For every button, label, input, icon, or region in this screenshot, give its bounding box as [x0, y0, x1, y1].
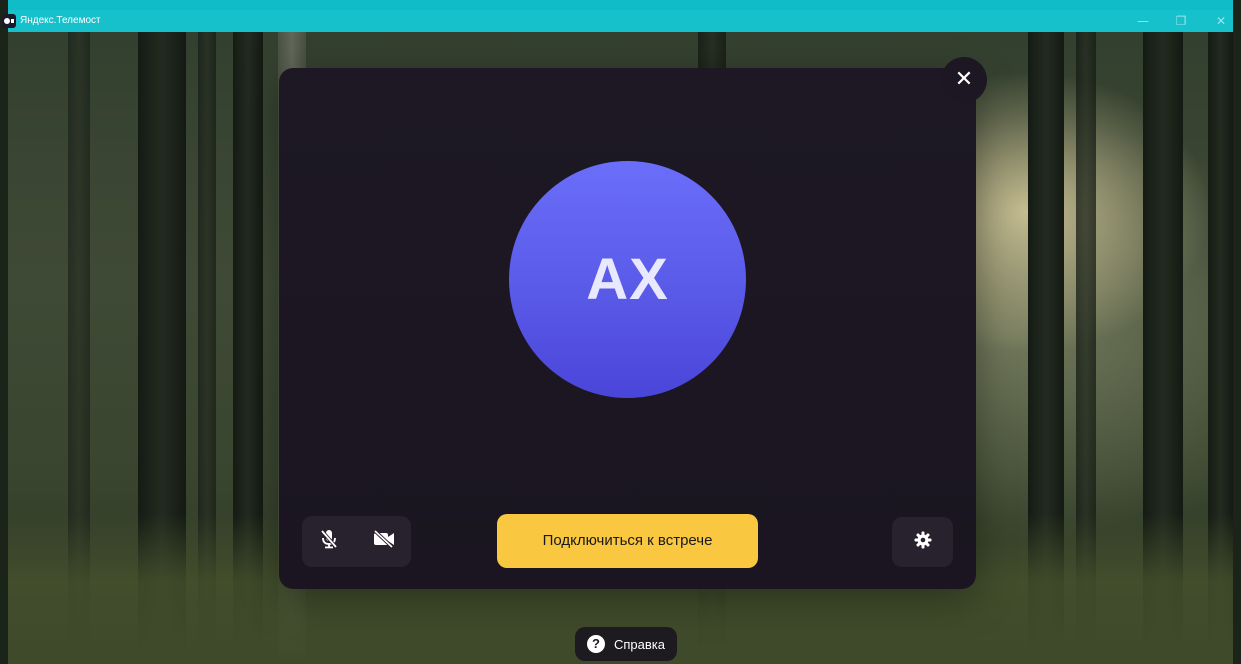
window-close-button[interactable]: ✕ — [1206, 10, 1236, 32]
camera-off-icon — [373, 529, 395, 553]
user-avatar: AX — [509, 161, 746, 398]
window-title: Яндекс.Телемост — [20, 15, 101, 26]
help-button[interactable]: ? Справка — [575, 627, 677, 661]
mic-off-icon — [320, 529, 338, 554]
gear-icon — [914, 531, 932, 554]
minimize-button[interactable]: — — [1128, 10, 1158, 32]
window-titlebar — [0, 0, 1241, 32]
help-label: Справка — [614, 636, 665, 652]
settings-button[interactable] — [892, 517, 953, 567]
avatar-initials: AX — [586, 247, 669, 312]
join-meeting-button[interactable]: Подключиться к встрече — [497, 514, 758, 568]
app-logo-icon — [2, 14, 16, 28]
titlebar-bar — [8, 10, 1233, 32]
camera-toggle-button[interactable] — [357, 516, 411, 567]
mic-toggle-button[interactable] — [302, 516, 356, 567]
question-icon: ? — [587, 635, 605, 653]
media-controls — [302, 516, 411, 567]
maximize-button[interactable]: ❐ — [1166, 10, 1196, 32]
close-dialog-button[interactable]: ✕ — [941, 57, 987, 103]
